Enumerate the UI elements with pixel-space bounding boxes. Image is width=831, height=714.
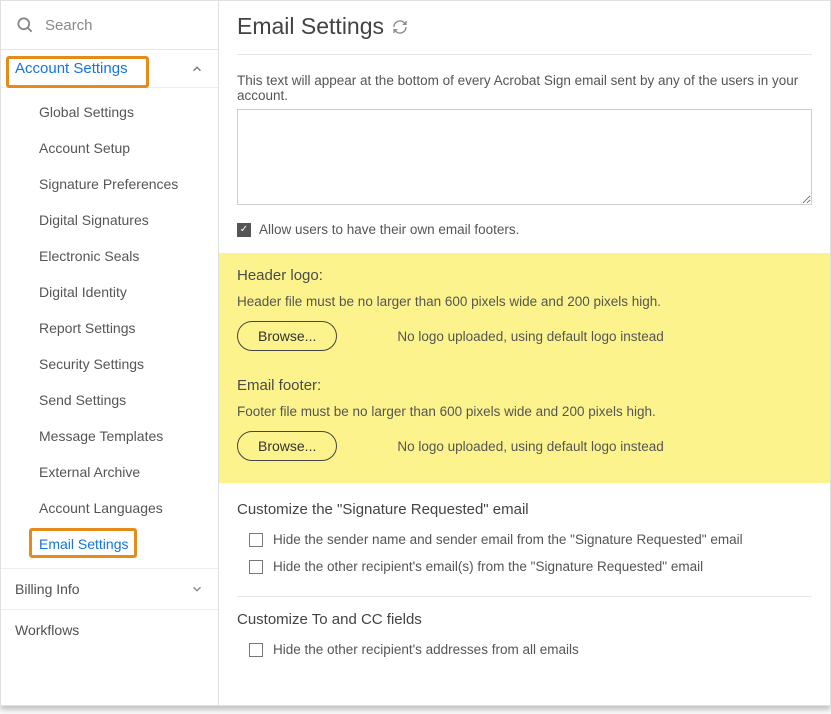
checkbox-icon <box>249 560 263 574</box>
nav-electronic-seals[interactable]: Electronic Seals <box>1 238 218 274</box>
nav-header-label: Account Settings <box>15 60 128 77</box>
header-logo-browse-button[interactable]: Browse... <box>237 321 337 351</box>
email-footer-browse-button[interactable]: Browse... <box>237 431 337 461</box>
nav-message-templates[interactable]: Message Templates <box>1 418 218 454</box>
sigreq-section: Customize the "Signature Requested" emai… <box>237 501 812 582</box>
email-footer-textarea[interactable] <box>237 109 812 205</box>
nav-account-settings[interactable]: Account Settings <box>1 50 218 88</box>
header-logo-browse-row: Browse... No logo uploaded, using defaul… <box>237 321 812 351</box>
checkbox-icon <box>249 643 263 657</box>
divider <box>237 596 812 597</box>
nav-section-label: Billing Info <box>15 581 80 597</box>
nav-report-settings[interactable]: Report Settings <box>1 310 218 346</box>
tocc-title: Customize To and CC fields <box>237 611 812 628</box>
checkbox-checked-icon: ✓ <box>237 223 251 237</box>
search-input[interactable] <box>45 17 204 34</box>
page-title: Email Settings <box>237 13 812 40</box>
nav-workflows[interactable]: Workflows <box>1 609 218 650</box>
email-footer-browse-row: Browse... No logo uploaded, using defaul… <box>237 431 812 461</box>
header-logo-title: Header logo: <box>237 267 812 284</box>
sigreq-title: Customize the "Signature Requested" emai… <box>237 501 812 518</box>
email-footer-status: No logo uploaded, using default logo ins… <box>397 439 663 454</box>
header-logo-desc: Header file must be no larger than 600 p… <box>237 294 812 309</box>
sigreq-hide-recipients-row[interactable]: Hide the other recipient's email(s) from… <box>237 555 812 582</box>
nav-send-settings[interactable]: Send Settings <box>1 382 218 418</box>
nav-digital-identity[interactable]: Digital Identity <box>1 274 218 310</box>
nav-account-languages[interactable]: Account Languages <box>1 490 218 526</box>
sidebar: Account Settings Global Settings Account… <box>1 1 219 705</box>
search-icon <box>15 15 35 35</box>
nav-digital-signatures[interactable]: Digital Signatures <box>1 202 218 238</box>
main-content: Email Settings This text will appear at … <box>219 1 830 705</box>
chevron-up-icon <box>190 62 204 76</box>
option-label: Hide the other recipient's addresses fro… <box>273 642 579 657</box>
divider <box>237 54 812 55</box>
option-label: Hide the sender name and sender email fr… <box>273 532 743 547</box>
app-frame: Account Settings Global Settings Account… <box>0 0 831 706</box>
option-label: Hide the other recipient's email(s) from… <box>273 559 703 574</box>
nav-external-archive[interactable]: External Archive <box>1 454 218 490</box>
header-logo-status: No logo uploaded, using default logo ins… <box>397 329 663 344</box>
nav-global-settings[interactable]: Global Settings <box>1 94 218 130</box>
checkbox-icon <box>249 533 263 547</box>
tocc-hide-addresses-row[interactable]: Hide the other recipient's addresses fro… <box>237 638 812 665</box>
email-footer-title: Email footer: <box>237 377 812 394</box>
nav-account-setup[interactable]: Account Setup <box>1 130 218 166</box>
nav-security-settings[interactable]: Security Settings <box>1 346 218 382</box>
nav-email-settings[interactable]: Email Settings <box>1 526 218 562</box>
email-footer-desc: Footer file must be no larger than 600 p… <box>237 404 812 419</box>
nav-signature-preferences[interactable]: Signature Preferences <box>1 166 218 202</box>
nav-list: Global Settings Account Setup Signature … <box>1 88 218 568</box>
nav-billing-info[interactable]: Billing Info <box>1 568 218 609</box>
refresh-icon[interactable] <box>392 19 408 35</box>
chevron-down-icon <box>190 582 204 596</box>
footer-intro-text: This text will appear at the bottom of e… <box>237 73 812 103</box>
search-row <box>1 1 218 50</box>
nav-section-label: Workflows <box>15 622 79 638</box>
allow-footers-row[interactable]: ✓ Allow users to have their own email fo… <box>237 222 812 237</box>
sigreq-hide-sender-row[interactable]: Hide the sender name and sender email fr… <box>237 528 812 555</box>
tocc-section: Customize To and CC fields Hide the othe… <box>237 611 812 665</box>
highlighted-upload-section: Header logo: Header file must be no larg… <box>219 253 830 483</box>
allow-footers-label: Allow users to have their own email foot… <box>259 222 519 237</box>
